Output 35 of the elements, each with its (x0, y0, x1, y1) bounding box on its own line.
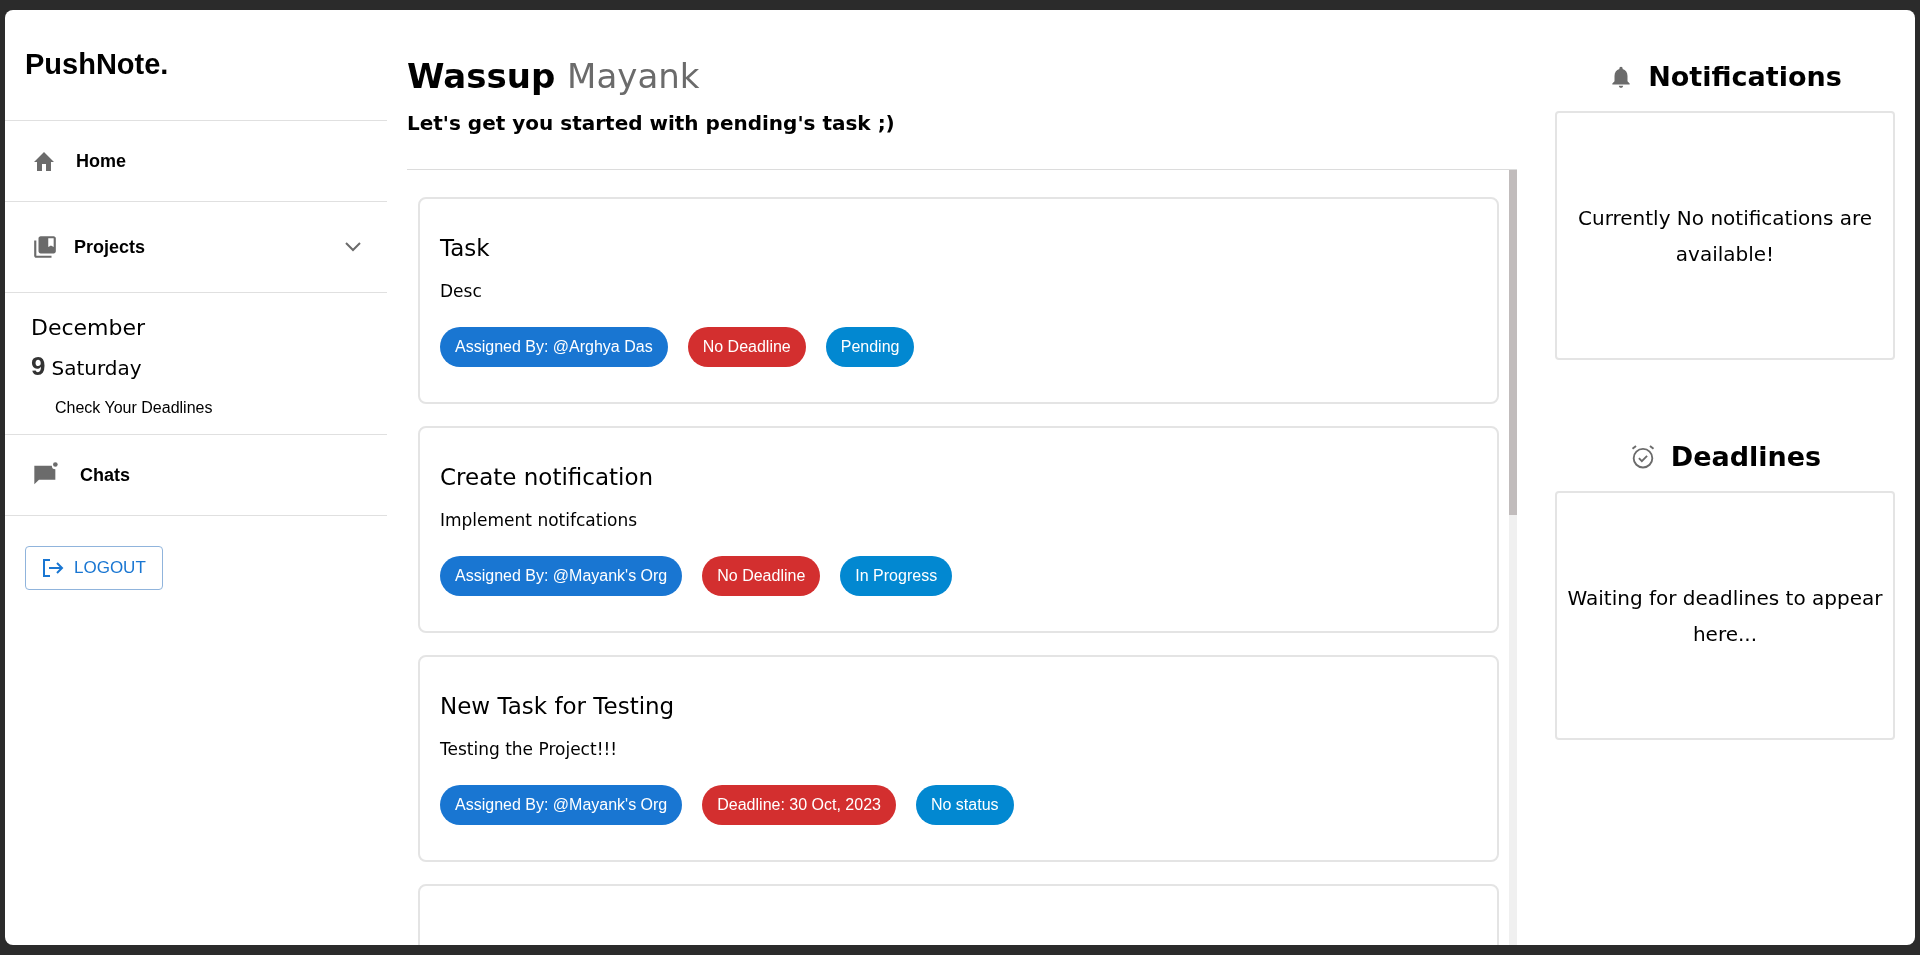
task-title: Create notification (440, 463, 655, 492)
library-icon (32, 234, 58, 260)
brand-title: PushNote. (25, 47, 169, 83)
month-label: December (31, 314, 147, 342)
weekday-label: Saturday (51, 355, 142, 382)
task-description: Implement notifcations (440, 509, 639, 532)
task-title: New Task for Testing (440, 692, 676, 721)
panel-title: Deadlines (1670, 439, 1822, 474)
greeting-subtitle: Let's get you started with pending's task ;) (407, 110, 896, 137)
logout-button[interactable]: LOGOUT (25, 546, 163, 590)
home-icon (32, 150, 56, 172)
task-chip: No Deadline (687, 326, 806, 367)
task-chip: Pending (825, 326, 915, 367)
task-chip: Deadline: 30 Oct, 2023 (702, 784, 896, 825)
day-number: 9 (31, 350, 46, 383)
task-chip: Assigned By: @Mayank's Org (440, 555, 683, 596)
nav-item[interactable]: Chats (5, 435, 387, 515)
task-chip: Assigned By: @Arghya Das (440, 326, 668, 367)
greeting-heading: Wassup Mayank (407, 55, 701, 98)
logout-icon (42, 558, 64, 578)
task-chip: Assigned By: @Mayank's Org (440, 784, 683, 825)
panel-title: Notifications (1648, 59, 1842, 94)
task-title: Task (440, 234, 491, 263)
task-description: Desc (440, 280, 483, 303)
deadlines-link[interactable]: Check Your Deadlines (55, 396, 361, 420)
nav-item[interactable]: Projects (5, 202, 387, 292)
nav-item[interactable]: Home (5, 121, 387, 201)
task-chip: No Deadline (702, 555, 821, 596)
scrollbar[interactable] (1509, 170, 1517, 945)
chevron-icon (344, 241, 362, 253)
panel-message: Waiting for deadlines to appear here... (1567, 584, 1883, 648)
task-chip: No status (915, 784, 1014, 825)
panel-message: Currently No notifications are available! (1577, 204, 1873, 268)
task-description: Testing the Project!!! (440, 738, 619, 761)
task-chip: In Progress (840, 555, 953, 596)
